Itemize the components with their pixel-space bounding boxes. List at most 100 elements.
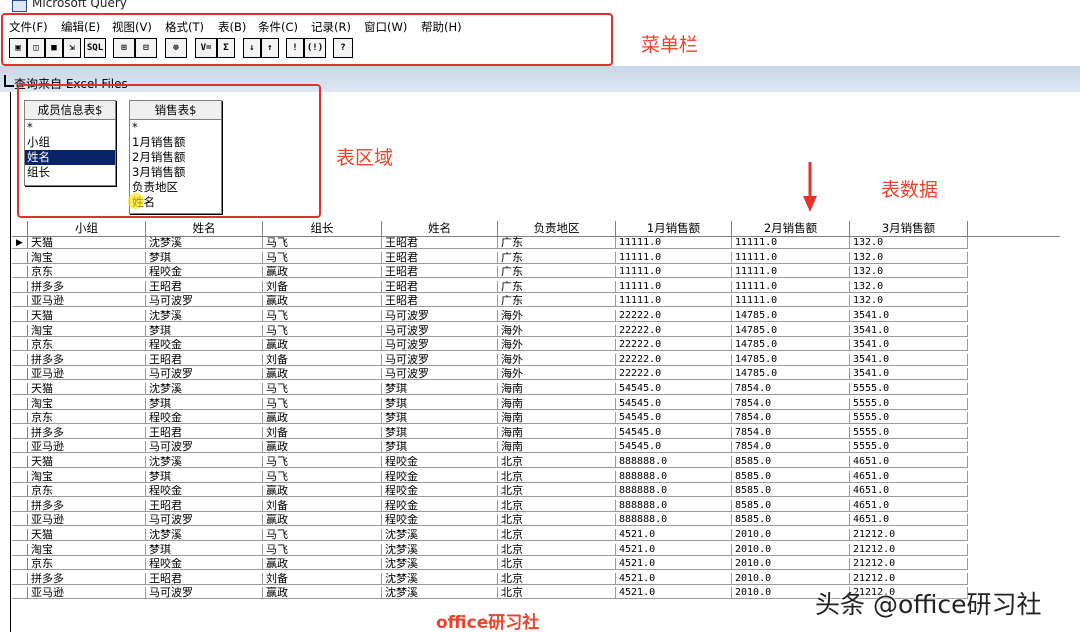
table-cell[interactable]: 沈梦溪 [146, 383, 263, 395]
table-cell[interactable]: 3541.0 [850, 353, 968, 366]
table-cell[interactable]: 8585.0 [732, 485, 850, 498]
table-cell[interactable]: 淘宝 [28, 324, 146, 337]
table-cell[interactable]: 天猫 [28, 456, 146, 468]
table-cell[interactable]: 赢政 [263, 587, 382, 600]
table-cell[interactable]: 5555.0 [850, 412, 968, 425]
row-selector[interactable] [12, 529, 28, 541]
table-cell[interactable]: 王昭君 [146, 499, 263, 512]
table-cell[interactable]: 马可波罗 [146, 368, 263, 381]
table-cell[interactable]: 马飞 [263, 237, 382, 249]
table-cell[interactable]: 天猫 [28, 237, 146, 249]
table-cell[interactable]: 京东 [28, 339, 146, 352]
table-row[interactable]: 拼多多 王昭君 刘备 程咬金 北京 888888.0 8585.0 4651.0 [12, 499, 1060, 512]
table-cell[interactable]: 888888.0 [616, 485, 732, 498]
table-cell[interactable]: 拼多多 [28, 426, 146, 439]
table-cell[interactable]: 888888.0 [616, 456, 732, 468]
table-cell[interactable]: 马飞 [263, 251, 382, 264]
table-cell[interactable]: 海南 [498, 426, 616, 439]
table-cell[interactable]: 程咬金 [382, 470, 498, 483]
table-cell[interactable]: 赢政 [263, 266, 382, 279]
table-cell[interactable]: 海外 [498, 339, 616, 352]
table-cell[interactable]: 21212.0 [850, 558, 968, 571]
row-selector[interactable] [12, 353, 28, 366]
table-cell[interactable]: 赢政 [263, 485, 382, 498]
table-cell[interactable]: 沈梦溪 [146, 237, 263, 249]
table-cell[interactable]: 王昭君 [382, 266, 498, 279]
table-cell[interactable]: 王昭君 [382, 280, 498, 293]
table-cell[interactable]: 广东 [498, 266, 616, 279]
table-cell[interactable]: 刘备 [263, 426, 382, 439]
table-cell[interactable]: 11111.0 [732, 266, 850, 279]
table-cell[interactable]: 刘备 [263, 499, 382, 512]
table-cell[interactable]: 4651.0 [850, 499, 968, 512]
row-selector[interactable] [12, 368, 28, 381]
table-cell[interactable]: 14785.0 [732, 368, 850, 381]
table-cell[interactable]: 8585.0 [732, 499, 850, 512]
table-row[interactable]: 亚马逊 马可波罗 赢政 王昭君 广东 11111.0 11111.0 132.0 [12, 295, 1060, 308]
table-cell[interactable]: 京东 [28, 558, 146, 571]
table-cell[interactable]: 广东 [498, 251, 616, 264]
table-cell[interactable]: 2010.0 [732, 543, 850, 556]
table-cell[interactable]: 马飞 [263, 383, 382, 395]
table-cell[interactable]: 北京 [498, 543, 616, 556]
table-cell[interactable]: 程咬金 [382, 499, 498, 512]
row-selector[interactable] [12, 383, 28, 395]
table-cell[interactable]: 沈梦溪 [382, 529, 498, 541]
table-cell[interactable]: 王昭君 [146, 353, 263, 366]
table-cell[interactable]: 132.0 [850, 237, 968, 249]
table-cell[interactable]: 沈梦溪 [146, 310, 263, 322]
table-cell[interactable]: 梦琪 [146, 324, 263, 337]
table-cell[interactable]: 京东 [28, 485, 146, 498]
table-cell[interactable]: 海南 [498, 383, 616, 395]
table-cell[interactable]: 7854.0 [732, 412, 850, 425]
table-row[interactable]: 淘宝 梦琪 马飞 程咬金 北京 888888.0 8585.0 4651.0 [12, 470, 1060, 483]
row-selector[interactable] [12, 499, 28, 512]
table-cell[interactable]: 天猫 [28, 310, 146, 322]
table-cell[interactable]: 王昭君 [382, 251, 498, 264]
table-cell[interactable]: 淘宝 [28, 251, 146, 264]
table-cell[interactable]: 赢政 [263, 441, 382, 454]
table-cell[interactable]: 天猫 [28, 383, 146, 395]
table-cell[interactable]: 王昭君 [382, 295, 498, 308]
table-cell[interactable]: 7854.0 [732, 441, 850, 454]
row-selector[interactable] [12, 339, 28, 352]
table-cell[interactable]: 7854.0 [732, 426, 850, 439]
row-selector[interactable] [12, 441, 28, 454]
table-cell[interactable]: 赢政 [263, 368, 382, 381]
table-row[interactable]: 天猫 沈梦溪 马飞 沈梦溪 北京 4521.0 2010.0 21212.0 [12, 529, 1060, 541]
table-cell[interactable]: 54545.0 [616, 441, 732, 454]
table-row[interactable]: ▶ 天猫 沈梦溪 马飞 王昭君 广东 11111.0 11111.0 132.0 [12, 237, 1060, 249]
row-selector[interactable] [12, 280, 28, 293]
table-cell[interactable]: 北京 [498, 572, 616, 585]
table-row[interactable]: 京东 程咬金 赢政 马可波罗 海外 22222.0 14785.0 3541.0 [12, 339, 1060, 352]
table-row[interactable]: 淘宝 梦琪 马飞 王昭君 广东 11111.0 11111.0 132.0 [12, 251, 1060, 264]
table-cell[interactable]: 程咬金 [146, 266, 263, 279]
table-cell[interactable]: 马飞 [263, 529, 382, 541]
row-selector[interactable] [12, 251, 28, 264]
table-cell[interactable]: 拼多多 [28, 499, 146, 512]
table-cell[interactable]: 程咬金 [146, 412, 263, 425]
table-cell[interactable]: 梦琪 [146, 397, 263, 410]
table-cell[interactable]: 马可波罗 [146, 441, 263, 454]
table-cell[interactable]: 8585.0 [732, 514, 850, 527]
table-cell[interactable]: 亚马逊 [28, 441, 146, 454]
table-cell[interactable]: 马可波罗 [382, 324, 498, 337]
row-selector[interactable] [12, 295, 28, 308]
column-header[interactable]: 小组 [28, 221, 146, 236]
table-cell[interactable]: 赢政 [263, 295, 382, 308]
table-cell[interactable]: 梦琪 [382, 383, 498, 395]
data-grid[interactable]: 小组 姓名 组长 姓名 负责地区 1月销售额 2月销售额 3月销售额 ▶ 天猫 沈梦溪 马飞 王昭君广… [12, 221, 1060, 613]
table-cell[interactable]: 北京 [498, 485, 616, 498]
table-cell[interactable]: 广东 [498, 280, 616, 293]
table-cell[interactable]: 7854.0 [732, 397, 850, 410]
table-cell[interactable]: 梦琪 [382, 441, 498, 454]
row-selector[interactable] [12, 426, 28, 439]
table-cell[interactable]: 马可波罗 [382, 310, 498, 322]
table-cell[interactable]: 888888.0 [616, 514, 732, 527]
table-cell[interactable]: 北京 [498, 456, 616, 468]
table-cell[interactable]: 4651.0 [850, 456, 968, 468]
table-cell[interactable]: 132.0 [850, 251, 968, 264]
table-cell[interactable]: 梦琪 [382, 426, 498, 439]
table-cell[interactable]: 沈梦溪 [382, 587, 498, 600]
row-selector[interactable] [12, 587, 28, 600]
